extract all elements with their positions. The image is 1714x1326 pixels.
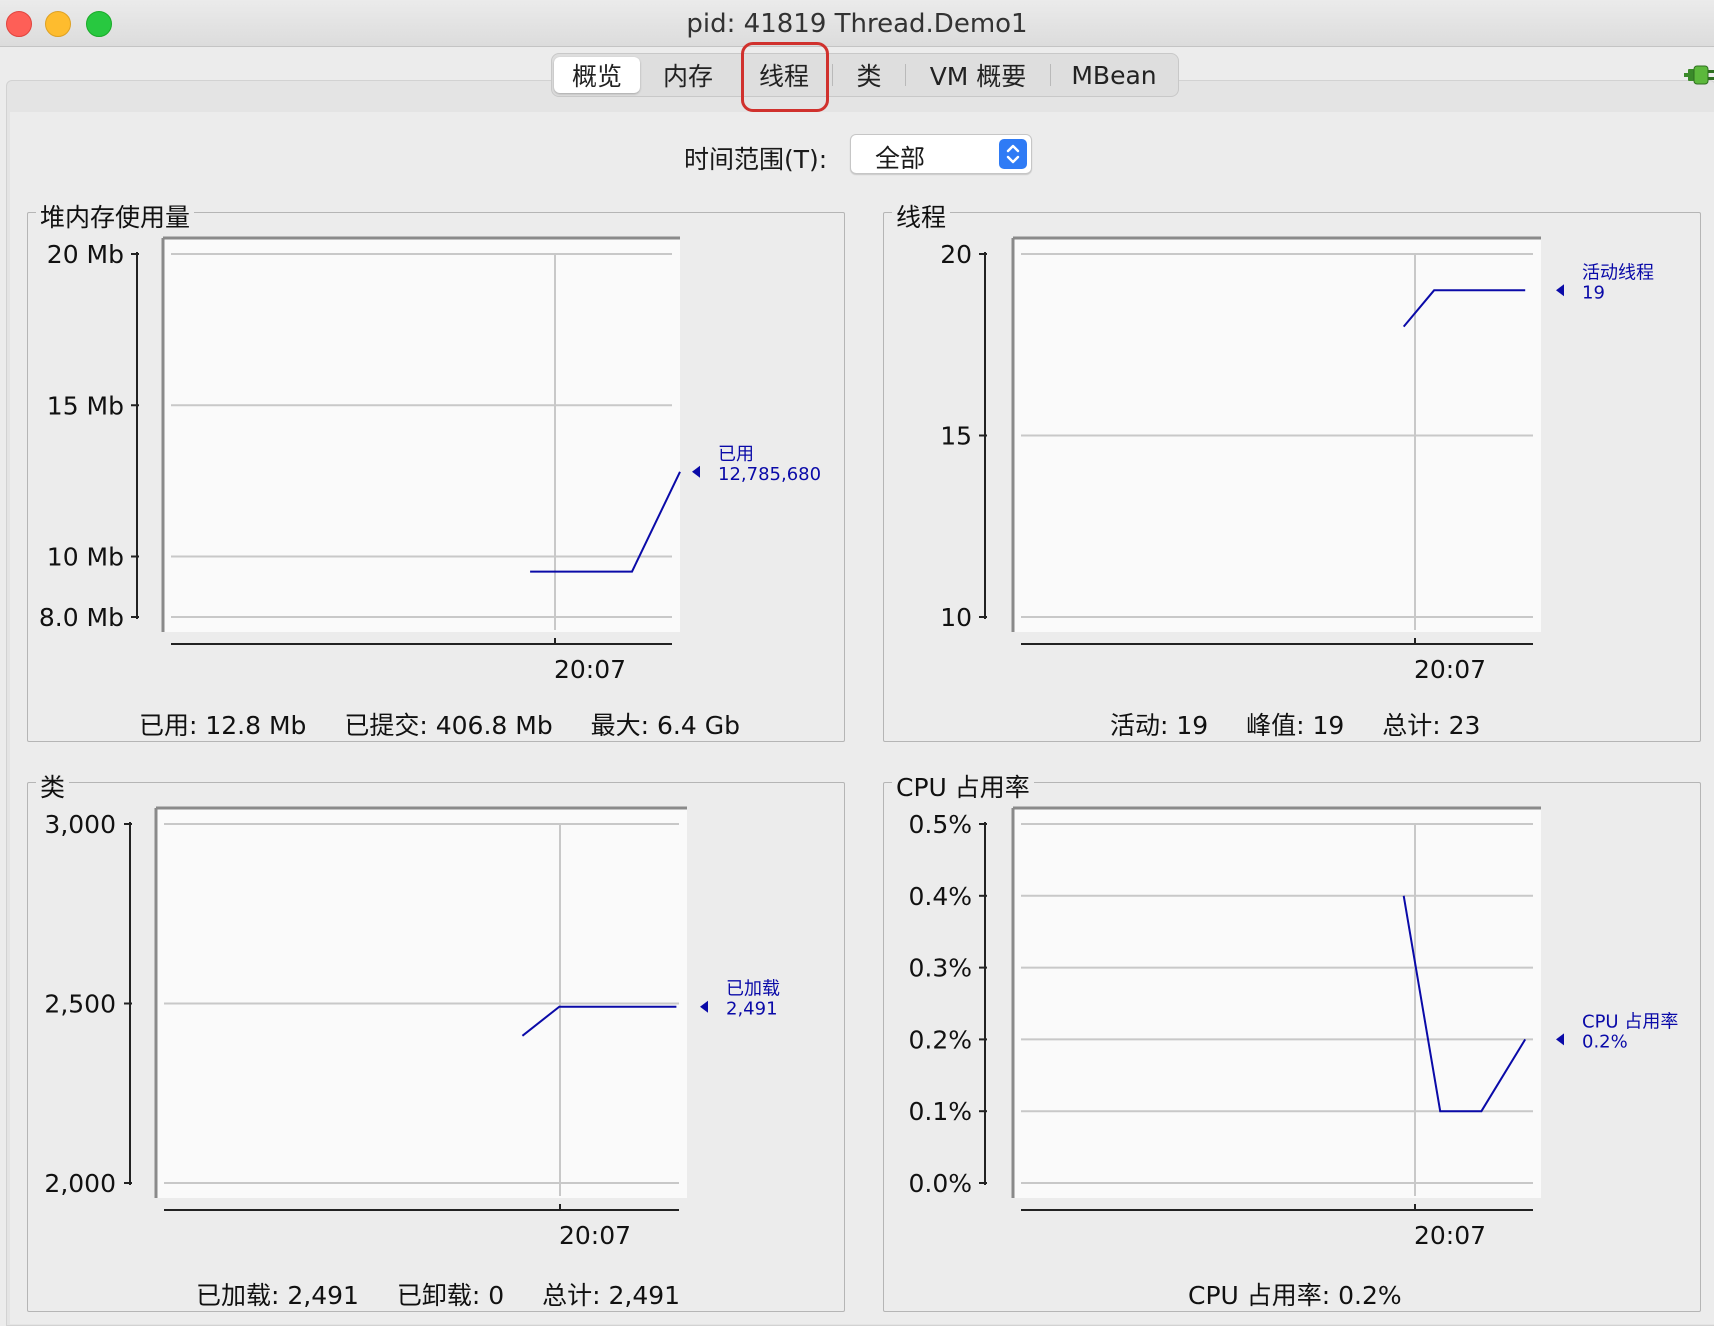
threads-total-value: 总计: 23 [1382, 711, 1481, 740]
tab-memory[interactable]: 内存 [640, 57, 736, 93]
heap-committed-value: 已提交: 406.8 Mb [344, 711, 553, 740]
title-bar: pid: 41819 Thread.Demo1 [0, 0, 1714, 47]
heap-memory-title: 堆内存使用量 [36, 198, 195, 234]
cpu-usage-title: CPU 占用率 [892, 768, 1034, 804]
classes-loaded-value: 已加载: 2,491 [196, 1281, 359, 1310]
heap-max-value: 最大: 6.4 Gb [590, 711, 740, 740]
select-stepper-icon [999, 139, 1027, 169]
classes-unloaded-value: 已卸载: 0 [396, 1281, 505, 1310]
connection-plug-icon[interactable] [1684, 60, 1714, 90]
threads-title: 线程 [892, 198, 951, 234]
cpu-usage-group [883, 782, 1701, 1312]
tab-bar: 概览 内存 线程 类 VM 概要 MBean [551, 53, 1179, 97]
classes-total-value: 总计: 2,491 [542, 1281, 681, 1310]
heap-memory-group [27, 212, 845, 742]
time-range-select[interactable]: 全部 [850, 134, 1032, 174]
window-title: pid: 41819 Thread.Demo1 [686, 9, 1028, 39]
classes-summary: 已加载: 2,491 已卸载: 0 总计: 2,491 [196, 1276, 680, 1312]
tab-vm-summary[interactable]: VM 概要 [906, 57, 1050, 93]
threads-summary: 活动: 19 峰值: 19 总计: 23 [1110, 706, 1480, 742]
classes-title: 类 [36, 768, 70, 804]
threads-live-value: 活动: 19 [1110, 711, 1209, 740]
time-range-value: 全部 [875, 144, 926, 173]
cpu-usage-value: CPU 占用率: 0.2% [1188, 1281, 1402, 1310]
time-range-label: 时间范围(T): [684, 145, 828, 174]
tab-overview[interactable]: 概览 [554, 57, 640, 93]
tab-threads[interactable]: 线程 [736, 57, 832, 93]
threads-peak-value: 峰值: 19 [1246, 711, 1345, 740]
heap-used-value: 已用: 12.8 Mb [139, 711, 307, 740]
classes-group [27, 782, 845, 1312]
heap-summary: 已用: 12.8 Mb 已提交: 406.8 Mb 最大: 6.4 Gb [139, 706, 740, 742]
tab-classes[interactable]: 类 [833, 57, 905, 93]
tab-mbean[interactable]: MBean [1051, 57, 1177, 93]
threads-group [883, 212, 1701, 742]
cpu-summary: CPU 占用率: 0.2% [1188, 1276, 1402, 1312]
